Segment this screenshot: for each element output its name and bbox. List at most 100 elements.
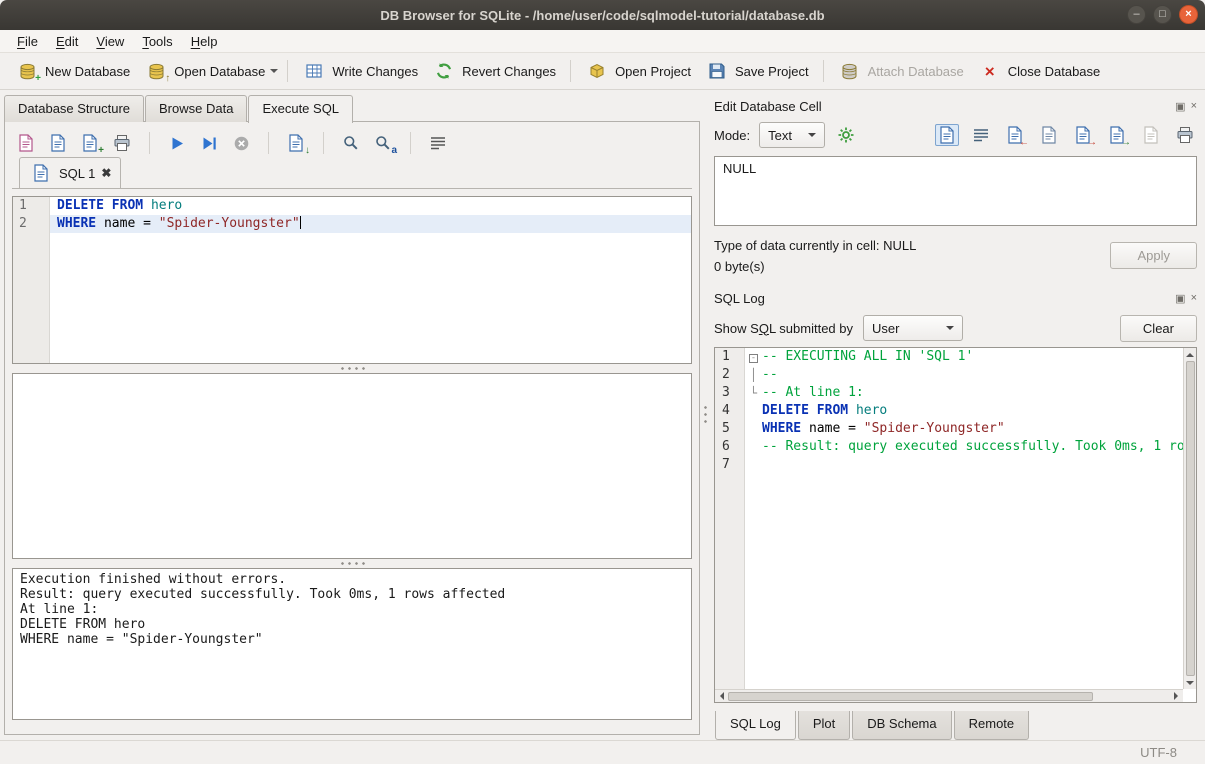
open-project-button[interactable]: Open Project — [578, 56, 698, 86]
word-wrap-icon[interactable] — [426, 132, 450, 154]
open-sql-file-icon[interactable] — [14, 132, 38, 154]
vertical-scrollbar[interactable] — [1183, 348, 1196, 689]
close-tab-icon[interactable]: ✖ — [101, 167, 111, 179]
cell-value-text: NULL — [723, 161, 756, 176]
sql-tab[interactable]: SQL 1 ✖ — [19, 157, 121, 188]
open-database-icon: ↑ — [144, 60, 168, 82]
line-number: 6 — [715, 438, 745, 456]
scroll-down-icon[interactable] — [1184, 677, 1197, 689]
output-line: DELETE FROM hero — [20, 617, 684, 632]
execute-all-icon[interactable] — [165, 132, 189, 154]
word-wrap-icon[interactable] — [969, 124, 993, 146]
execute-sql-panel: + ↓ a SQL 1 ✖ 1DELETE FROM hero2WHERE name… — [4, 121, 700, 735]
tree-spacer — [745, 438, 762, 456]
text-view-icon[interactable] — [935, 124, 959, 146]
find-replace-icon[interactable]: a — [371, 132, 395, 154]
import-data-icon[interactable]: ← — [1003, 124, 1027, 146]
sql-file-icon — [29, 162, 53, 184]
menu-view[interactable]: View — [87, 31, 133, 52]
edit-cell-title: Edit Database Cell — [714, 99, 1175, 114]
open-project-button-label: Open Project — [615, 64, 691, 79]
dock-tab-remote[interactable]: Remote — [954, 711, 1030, 740]
close-database-button-label: Close Database — [1008, 64, 1101, 79]
mode-select[interactable]: Text — [759, 122, 825, 148]
main-content: Database StructureBrowse DataExecute SQL… — [0, 90, 1205, 740]
menu-file[interactable]: File — [8, 31, 47, 52]
dock-tab-db-schema[interactable]: DB Schema — [852, 711, 951, 740]
settings-icon[interactable] — [834, 124, 858, 146]
new-database-button[interactable]: +New Database — [8, 56, 137, 86]
find-icon[interactable] — [339, 132, 363, 154]
tab-browse-data[interactable]: Browse Data — [145, 95, 247, 122]
save-sql-file-icon[interactable] — [46, 132, 70, 154]
scroll-up-icon[interactable] — [1184, 348, 1197, 360]
log-line: 4DELETE FROM hero — [715, 402, 1183, 420]
clear-button[interactable]: Clear — [1120, 315, 1197, 342]
splitter-results-output[interactable] — [12, 559, 692, 568]
attach-database-button[interactable]: Attach Database — [831, 56, 971, 86]
close-panel-icon[interactable]: × — [1191, 292, 1197, 304]
open-database-button-label: Open Database — [174, 64, 265, 79]
open-project-icon — [585, 60, 609, 82]
print-icon[interactable] — [1173, 124, 1197, 146]
results-pane — [12, 373, 692, 559]
horizontal-scrollbar[interactable] — [715, 689, 1183, 702]
dock-tab-bar: SQL LogPlotDB SchemaRemote — [714, 711, 1197, 740]
filter-select[interactable]: User — [863, 315, 963, 341]
float-panel-icon[interactable]: ▣ — [1175, 100, 1185, 113]
close-database-icon: × — [978, 60, 1002, 82]
menu-tools[interactable]: Tools — [133, 31, 181, 52]
menu-help[interactable]: Help — [182, 31, 227, 52]
chevron-down-icon — [808, 133, 816, 141]
execute-line-icon[interactable] — [197, 132, 221, 154]
float-panel-icon[interactable]: ▣ — [1175, 292, 1185, 305]
revert-changes-button[interactable]: Revert Changes — [425, 56, 563, 86]
save-project-button[interactable]: Save Project — [698, 56, 816, 86]
set-null-icon[interactable] — [1139, 124, 1163, 146]
open-database-button[interactable]: ↑ Open Database — [137, 56, 272, 86]
splitter-editor-results[interactable] — [12, 364, 692, 373]
minimize-button[interactable]: – — [1127, 5, 1146, 24]
write-changes-button[interactable]: Write Changes — [295, 56, 425, 86]
apply-button[interactable]: Apply — [1110, 242, 1197, 269]
toolbar-separator — [287, 60, 288, 82]
scroll-left-icon[interactable] — [715, 690, 728, 703]
open-database-button-dropdown-icon[interactable] — [270, 69, 278, 77]
save-data-icon[interactable]: → — [1071, 124, 1095, 146]
log-line: 7 — [715, 456, 1183, 474]
copy-data-icon[interactable] — [1037, 124, 1061, 146]
cell-value-editor[interactable]: NULL — [714, 156, 1197, 226]
maximize-button[interactable]: □ — [1153, 5, 1172, 24]
menu-edit[interactable]: Edit — [47, 31, 87, 52]
window-controls: – □ × — [1127, 5, 1198, 24]
save-sql-as-icon[interactable]: + — [78, 132, 102, 154]
tree-minus-icon[interactable]: - — [745, 348, 762, 366]
toolbar-separator — [410, 132, 411, 154]
menu-bar: FileEditViewToolsHelp — [0, 30, 1205, 53]
stop-icon[interactable] — [229, 132, 253, 154]
close-window-button[interactable]: × — [1179, 5, 1198, 24]
mode-label: Mode: — [714, 128, 750, 143]
export-results-icon[interactable]: ↓ — [284, 132, 308, 154]
log-line: 3└-- At line 1: — [715, 384, 1183, 402]
print-icon[interactable] — [110, 132, 134, 154]
tab-execute-sql[interactable]: Execute SQL — [248, 95, 353, 123]
scroll-right-icon[interactable] — [1170, 690, 1183, 703]
log-line-text: WHERE name = "Spider-Youngster" — [762, 420, 1005, 438]
sql-editor[interactable]: 1DELETE FROM hero2WHERE name = "Spider-Y… — [12, 196, 692, 364]
dock-tab-plot[interactable]: Plot — [798, 711, 850, 740]
export-data-icon[interactable]: → — [1105, 124, 1129, 146]
sql-log-panel-buttons: ▣× — [1175, 292, 1197, 305]
main-toolbar: +New Database ↑ Open Database Write Changes… — [0, 53, 1205, 90]
tree-pipe-icon: │ — [745, 366, 762, 384]
horizontal-scrollbar-thumb[interactable] — [728, 692, 1093, 701]
log-line-text: -- EXECUTING ALL IN 'SQL 1' — [762, 348, 973, 366]
line-number: 2 — [715, 366, 745, 384]
dock-tab-sql-log[interactable]: SQL Log — [715, 711, 796, 740]
line-number: 3 — [715, 384, 745, 402]
tab-database-structure[interactable]: Database Structure — [4, 95, 144, 122]
line-number: 1 — [13, 197, 50, 215]
close-panel-icon[interactable]: × — [1191, 100, 1197, 112]
close-database-button[interactable]: × Close Database — [971, 56, 1108, 86]
vertical-scrollbar-thumb[interactable] — [1186, 361, 1195, 676]
